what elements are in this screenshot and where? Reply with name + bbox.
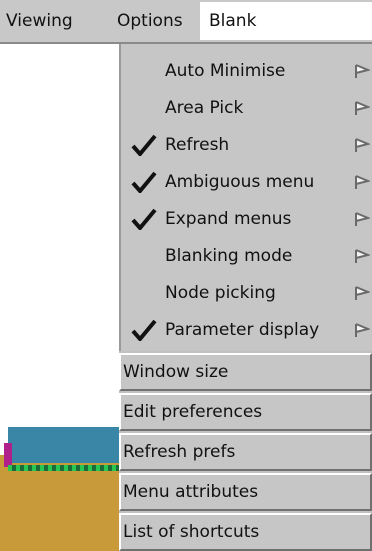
menu-item-refresh[interactable]: Refresh (121, 126, 372, 164)
menu-item-node-picking[interactable]: Node picking (121, 274, 372, 312)
menu-button-refresh-prefs[interactable]: Refresh prefs (119, 433, 372, 471)
checkmark-icon (131, 134, 157, 156)
menu-item-label: Node picking (165, 283, 276, 303)
menu-item-blanking-mode[interactable]: Blanking mode (121, 237, 372, 275)
menu-button-label: Edit preferences (123, 402, 263, 422)
menu-button-label: Refresh prefs (123, 442, 236, 462)
menu-button-label: Window size (123, 362, 229, 382)
menu-item-area-pick[interactable]: Area Pick (121, 89, 372, 127)
menu-item-label: Ambiguous menu (165, 172, 315, 192)
menu-item-label: Blanking mode (165, 246, 293, 266)
submenu-arrow-icon[interactable] (354, 63, 370, 79)
checkmark-icon (131, 171, 157, 193)
menu-bar: Viewing Options Blank (0, 0, 372, 44)
menu-button-menu-attributes[interactable]: Menu attributes (119, 473, 372, 511)
menu-viewing[interactable]: Viewing (6, 0, 73, 42)
submenu-arrow-icon[interactable] (354, 285, 370, 301)
menu-button-label: List of shortcuts (123, 522, 260, 542)
checkmark-icon (131, 319, 157, 341)
model-edge-marker (4, 443, 12, 467)
options-dropdown: Auto Minimise Area Pick Refresh Ambiguou… (119, 44, 372, 551)
toggle-list: Auto Minimise Area Pick Refresh Ambiguou… (119, 44, 372, 351)
submenu-arrow-icon[interactable] (354, 100, 370, 116)
menu-item-label: Expand menus (165, 209, 292, 229)
menu-item-label: Auto Minimise (165, 61, 286, 81)
submenu-arrow-icon[interactable] (354, 211, 370, 227)
menu-item-expand-menus[interactable]: Expand menus (121, 200, 372, 238)
menu-item-auto-minimise[interactable]: Auto Minimise (121, 52, 372, 90)
submenu-arrow-icon[interactable] (354, 137, 370, 153)
menu-item-label: Refresh (165, 135, 230, 155)
menu-item-ambiguous-menu[interactable]: Ambiguous menu (121, 163, 372, 201)
menu-item-label: Area Pick (165, 98, 244, 118)
menu-button-label: Menu attributes (123, 482, 259, 502)
submenu-arrow-icon[interactable] (354, 174, 370, 190)
submenu-arrow-icon[interactable] (354, 322, 370, 338)
submenu-arrow-icon[interactable] (354, 248, 370, 264)
menu-button-list-of-shortcuts[interactable]: List of shortcuts (119, 513, 372, 551)
menu-button-window-size[interactable]: Window size (119, 353, 372, 391)
menu-button-edit-preferences[interactable]: Edit preferences (119, 393, 372, 431)
menu-options[interactable]: Options (117, 0, 183, 42)
menu-item-label: Parameter display (165, 320, 320, 340)
menu-item-parameter-display[interactable]: Parameter display (121, 311, 372, 349)
menu-blank[interactable]: Blank (200, 2, 372, 40)
checkmark-icon (131, 208, 157, 230)
